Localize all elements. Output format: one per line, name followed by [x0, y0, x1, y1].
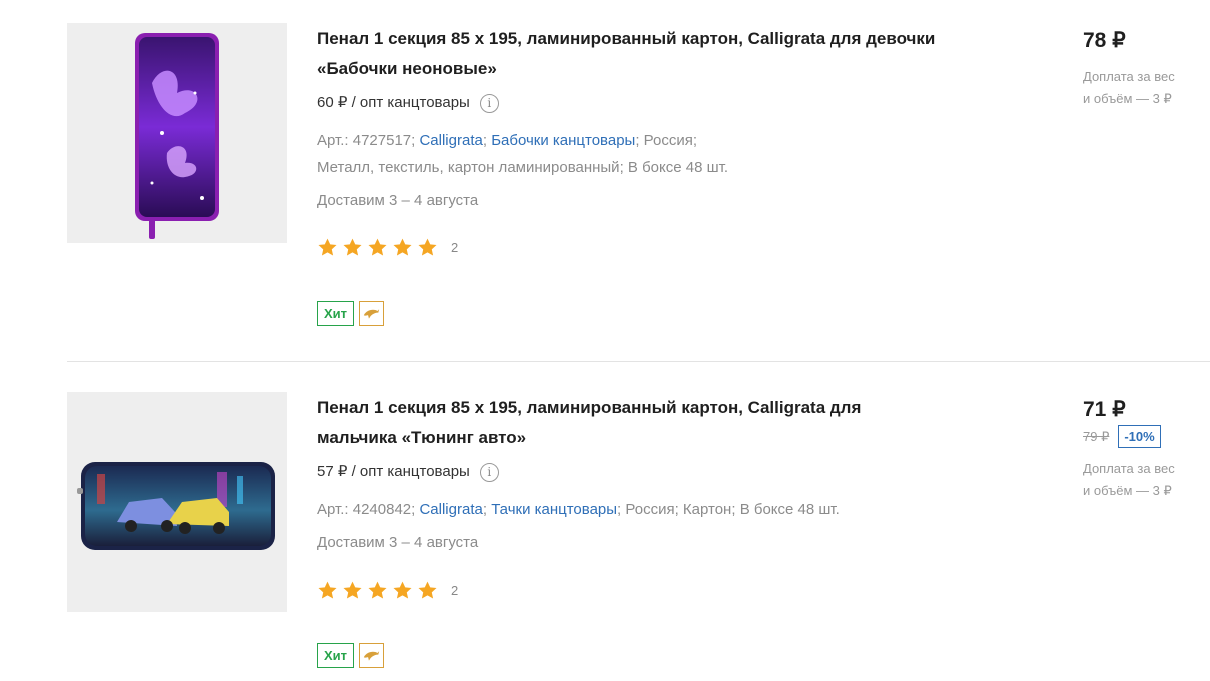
separator: ;: [482, 132, 488, 149]
pencil-case-cars-image: [77, 462, 275, 550]
hit-badge: Хит: [317, 643, 355, 668]
star-icon: [317, 580, 338, 601]
star-icon: [367, 580, 388, 601]
series-link[interactable]: Тачки канцтовары: [491, 501, 617, 518]
brand-link[interactable]: Calligrata: [419, 501, 482, 518]
dolphin-icon: [359, 301, 385, 326]
product-image[interactable]: [67, 392, 287, 612]
price-block: 78 ₽ Доплата за вес и объём — 3 ₽: [1083, 27, 1210, 110]
price-block: 71 ₽ 79 ₽ -10% Доплата за вес и объём — …: [1083, 396, 1210, 502]
price: 78 ₽: [1083, 29, 1126, 52]
star-icon: [367, 237, 388, 258]
surcharge-note: Доплата за вес и объём — 3 ₽: [1083, 461, 1175, 498]
material: Металл, текстиль, картон ламинированный;: [317, 159, 624, 176]
article-number: Арт.: 4727517;: [317, 132, 416, 149]
product-card: Пенал 1 секция 85 х 195, ламинированный …: [0, 362, 1210, 681]
product-info: Пенал 1 секция 85 х 195, ламинированный …: [317, 24, 1017, 326]
pencil-case-butterflies-image: [135, 33, 219, 239]
discount-badge: -10%: [1118, 425, 1161, 448]
star-icon: [417, 237, 438, 258]
star-icon: [317, 237, 338, 258]
info-icon[interactable]: i: [479, 93, 499, 113]
review-count[interactable]: 2: [451, 583, 458, 598]
specs-line-2: Металл, текстиль, картон ламинированный;…: [317, 154, 1017, 181]
product-info: Пенал 1 секция 85 х 195, ламинированный …: [317, 393, 1017, 668]
material: Картон;: [682, 501, 736, 518]
badges: Хит: [317, 301, 1017, 326]
price: 71 ₽: [1083, 398, 1126, 421]
separator: ;: [635, 132, 640, 149]
product-title[interactable]: Пенал 1 секция 85 х 195, ламинированный …: [317, 393, 917, 453]
product-card: Пенал 1 секция 85 х 195, ламинированный …: [0, 0, 1210, 362]
rating[interactable]: 2: [317, 580, 1017, 601]
box-quantity: В боксе 48 шт.: [739, 501, 840, 518]
wholesale-price-text: 60 ₽ / опт канцтовары: [317, 94, 470, 111]
product-image[interactable]: [67, 23, 287, 243]
info-icon[interactable]: i: [479, 462, 499, 482]
star-icon: [342, 580, 363, 601]
wholesale-price: 60 ₽ / опт канцтовары i: [317, 92, 1017, 114]
delivery-date: Доставим 3 – 4 августа: [317, 534, 479, 551]
country: Россия;: [625, 501, 679, 518]
separator: ;: [617, 501, 622, 518]
star-icon: [417, 580, 438, 601]
specs-line-1: Арт.: 4727517; Calligrata; Бабочки канцт…: [317, 127, 1017, 154]
product-specs: Арт.: 4727517; Calligrata; Бабочки канцт…: [317, 127, 1017, 181]
surcharge-note: Доплата за вес и объём — 3 ₽: [1083, 69, 1175, 106]
specs-line-1: Арт.: 4240842; Calligrata; Тачки канцтов…: [317, 496, 1017, 523]
box-quantity: В боксе 48 шт.: [627, 159, 729, 176]
product-specs: Арт.: 4240842; Calligrata; Тачки канцтов…: [317, 496, 1017, 523]
old-price-row: 79 ₽ -10%: [1083, 425, 1210, 448]
article-number: Арт.: 4240842;: [317, 501, 416, 518]
country: Россия;: [643, 132, 698, 149]
star-icon: [342, 237, 363, 258]
review-count[interactable]: 2: [451, 240, 458, 255]
old-price: 79 ₽: [1083, 428, 1110, 444]
dolphin-icon: [359, 643, 385, 668]
badges: Хит: [317, 643, 1017, 668]
separator: ;: [482, 501, 488, 518]
hit-badge: Хит: [317, 301, 355, 326]
star-icon: [392, 237, 413, 258]
wholesale-price-text: 57 ₽ / опт канцтовары: [317, 463, 470, 480]
brand-link[interactable]: Calligrata: [419, 132, 482, 149]
wholesale-price: 57 ₽ / опт канцтовары i: [317, 461, 1017, 483]
delivery-date: Доставим 3 – 4 августа: [317, 192, 479, 209]
star-icon: [392, 580, 413, 601]
product-title[interactable]: Пенал 1 секция 85 х 195, ламинированный …: [317, 24, 1017, 84]
series-link[interactable]: Бабочки канцтовары: [491, 132, 635, 149]
rating[interactable]: 2: [317, 237, 1017, 258]
